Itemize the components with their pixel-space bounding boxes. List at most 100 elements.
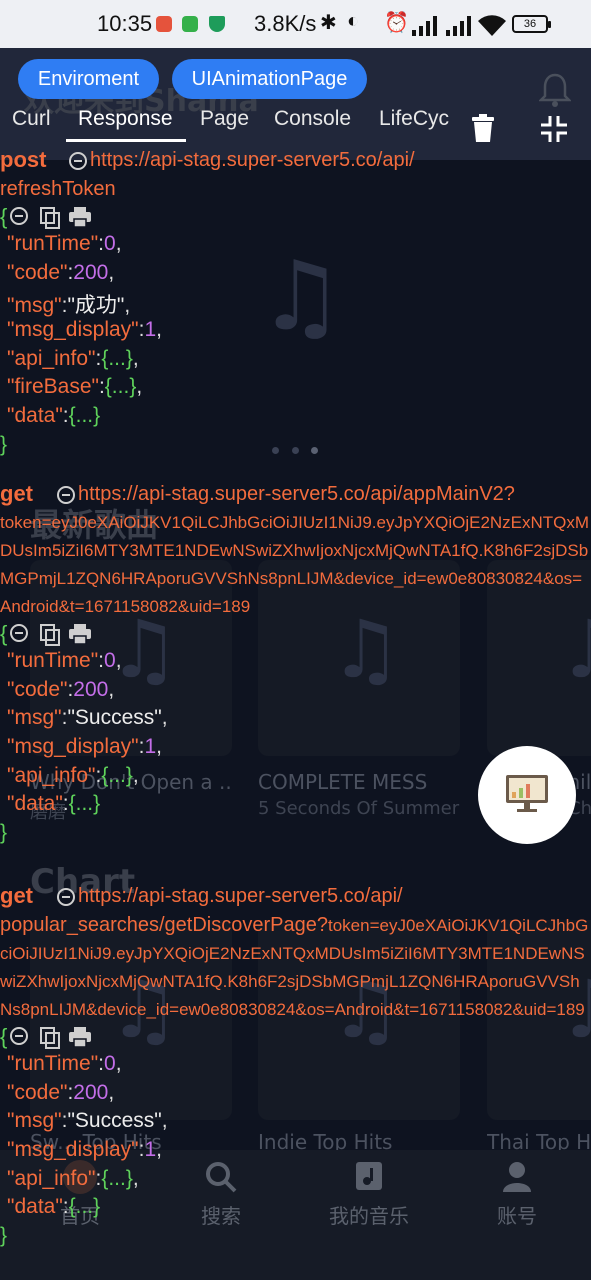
json-close-brace: }	[0, 1224, 8, 1248]
json-value: 0	[104, 649, 116, 672]
battery-icon: 36	[512, 15, 551, 33]
tab-console[interactable]: Console	[274, 107, 351, 131]
collapse-request-icon[interactable]	[57, 486, 78, 507]
log-entry: get https://api-stag.super-server5.co/ap…	[0, 882, 591, 1253]
copy-icon[interactable]	[40, 1027, 60, 1049]
json-row[interactable]: "data":{...}	[0, 404, 591, 433]
collapse-json-icon[interactable]	[10, 624, 31, 645]
print-icon[interactable]	[69, 1027, 91, 1047]
json-value: {...}	[101, 346, 133, 370]
json-value: {...}	[104, 375, 137, 399]
print-icon[interactable]	[69, 624, 91, 644]
trash-icon[interactable]	[470, 114, 496, 142]
notification-app-icon	[156, 16, 172, 32]
json-value: 200	[73, 260, 109, 284]
toggle-icon: ◐	[347, 10, 360, 32]
json-key: "msg"	[7, 294, 62, 318]
http-method: get	[0, 481, 33, 506]
json-toolbar: {	[0, 621, 591, 649]
request-url[interactable]: https://api-stag.super-server5.co/api/	[90, 146, 415, 175]
collapse-request-icon[interactable]	[57, 888, 78, 909]
json-key: "msg_display"	[7, 1138, 139, 1162]
json-row[interactable]: "api_info":{...},	[0, 347, 591, 376]
json-toolbar: {	[0, 1024, 591, 1052]
network-speed: 3.8K/s	[254, 11, 317, 36]
url-query-block: popular_searches/getDiscoverPage?token=e…	[0, 911, 591, 1024]
collapse-request-icon[interactable]	[69, 152, 90, 173]
json-value: 1	[144, 318, 157, 342]
collapse-icon[interactable]	[541, 116, 567, 142]
json-key: "api_info"	[7, 346, 96, 370]
url-base: https://api-stag.super-server5.co	[78, 483, 365, 505]
debug-tabs: Curl Response Page Console LifeCyc	[0, 103, 460, 143]
collapse-json-icon[interactable]	[10, 1027, 31, 1048]
json-row[interactable]: "fireBase":{...},	[0, 375, 591, 404]
json-value: 1	[144, 735, 157, 759]
floating-debug-button[interactable]	[478, 746, 576, 844]
json-open-brace: {	[0, 1024, 8, 1049]
json-key: "code"	[7, 677, 68, 701]
json-key: "code"	[7, 1080, 68, 1104]
json-key: "msg_display"	[7, 735, 139, 759]
tab-lifecycle[interactable]: LifeCyc	[379, 107, 449, 131]
bell-icon[interactable]	[539, 72, 571, 108]
json-row: "msg_display":1,	[7, 318, 163, 342]
signal-icon	[446, 16, 471, 36]
environment-button[interactable]: Enviroment	[18, 59, 159, 99]
request-url[interactable]: https://api-stag.super-server5.co/api/ap…	[78, 480, 515, 509]
tab-curl[interactable]: Curl	[12, 107, 51, 131]
json-row: "msg":"成功",	[7, 294, 131, 318]
json-row[interactable]: "data":{...}	[0, 1195, 591, 1224]
json-value: {...}	[101, 763, 133, 787]
tab-page[interactable]: Page	[200, 107, 249, 131]
json-key: "data"	[7, 1195, 63, 1219]
json-key: "runTime"	[7, 232, 99, 255]
json-key: "msg_display"	[7, 318, 139, 342]
print-icon[interactable]	[69, 207, 91, 227]
json-close-brace: }	[0, 432, 8, 456]
status-time: 10:35	[97, 11, 153, 36]
json-row: "msg":"Success",	[7, 706, 168, 730]
json-value: {...}	[101, 1166, 133, 1190]
collapse-json-icon[interactable]	[10, 207, 31, 228]
json-row: "code":200,	[7, 260, 115, 284]
json-row: "runTime":0,	[7, 232, 122, 255]
url-path: /api/	[364, 885, 403, 907]
notification-app-icon	[182, 16, 198, 32]
json-row: "msg":"Success",	[7, 1109, 168, 1133]
json-row[interactable]: "api_info":{...},	[0, 1167, 591, 1196]
http-method: get	[0, 883, 33, 908]
json-row: "code":200,	[7, 677, 115, 701]
tab-response[interactable]: Response	[78, 107, 173, 131]
json-toolbar: {	[0, 204, 591, 232]
shield-icon	[209, 16, 225, 32]
app-root: 欢迎来到Shama ♫ 最新歌曲 ♫ ♫ ♫ Why Don't Open a …	[0, 0, 591, 1280]
json-key: "msg"	[7, 1109, 62, 1133]
url-query: token=eyJ0eXAiOiJKV1QiLCJhbGciOiJIUzI1Ni…	[0, 513, 590, 616]
copy-icon[interactable]	[40, 624, 60, 646]
response-log: post https://api-stag.super-server5.co/a…	[0, 146, 591, 1280]
json-open-brace: {	[0, 621, 8, 646]
json-key: "runTime"	[7, 1052, 99, 1075]
request-url[interactable]: https://api-stag.super-server5.co/api/	[78, 882, 403, 911]
json-row: "code":200,	[7, 1080, 115, 1104]
json-key: "msg"	[7, 706, 62, 730]
json-value: "Success"	[67, 706, 162, 730]
copy-icon[interactable]	[40, 207, 60, 229]
json-row: "runTime":0,	[7, 649, 122, 672]
json-open-brace: {	[0, 204, 8, 229]
json-key: "code"	[7, 260, 68, 284]
json-value: {...}	[68, 1195, 101, 1219]
url-path: /api/	[376, 149, 415, 171]
json-value: 200	[73, 1080, 109, 1104]
json-key: "data"	[7, 792, 63, 816]
url-base: https://api-stag.super-server5.co	[90, 149, 377, 171]
status-bar: 10:35 3.8K/s ✱ ◐ ⏰ 36	[0, 0, 591, 48]
json-key: "api_info"	[7, 763, 96, 787]
http-method: post	[0, 147, 47, 172]
alarm-icon: ⏰	[384, 12, 409, 34]
json-value: {...}	[68, 404, 101, 428]
json-value: "Success"	[67, 1109, 162, 1133]
json-key: "data"	[7, 404, 63, 428]
ui-animation-page-button[interactable]: UIAnimationPage	[172, 59, 367, 99]
